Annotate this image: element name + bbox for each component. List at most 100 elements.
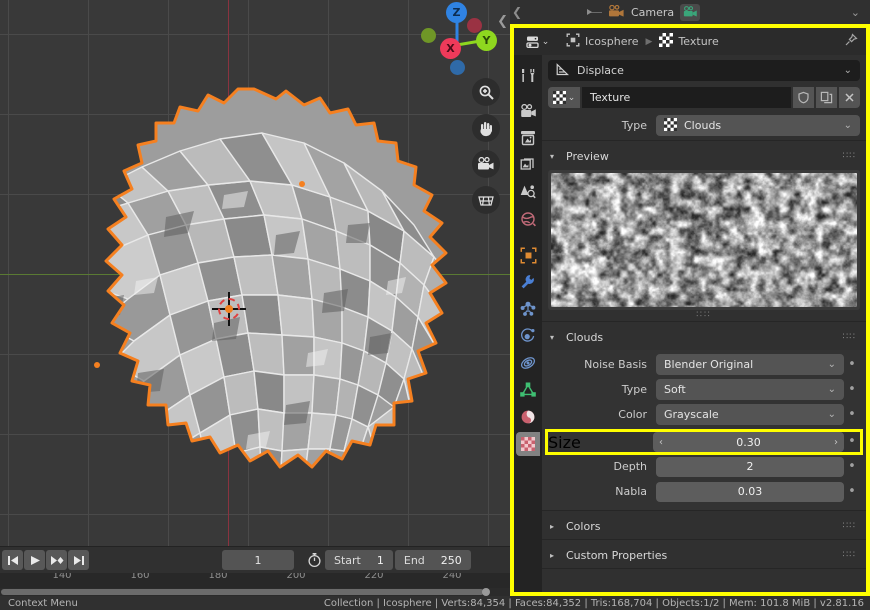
breadcrumb-texture[interactable]: Texture bbox=[659, 32, 719, 51]
panel-custom-properties[interactable]: ▸ Custom Properties ∷∷ bbox=[548, 544, 860, 566]
tab-world[interactable] bbox=[516, 207, 540, 231]
depth-row: Depth 2 • bbox=[548, 456, 860, 477]
properties-editor[interactable]: ⌄ Icosphere ▶ Texture Displace ⌄ ⌄ Textu… bbox=[510, 24, 870, 596]
panel-header-preview[interactable]: ▾ Preview ∷∷ bbox=[548, 145, 860, 167]
sidebar-collapse-icon[interactable]: ❮ bbox=[497, 14, 508, 29]
tab-particles[interactable] bbox=[516, 297, 540, 321]
size-slider[interactable]: ‹ 0.30 › bbox=[653, 432, 844, 452]
icosphere-object[interactable] bbox=[18, 85, 488, 535]
texture-context-select[interactable]: Displace ⌄ bbox=[548, 60, 860, 81]
gizmo-axis-z[interactable]: Z bbox=[446, 2, 467, 23]
nabla-label: Nabla bbox=[615, 485, 647, 498]
gizmo-axis-x[interactable]: X bbox=[440, 38, 461, 59]
x-icon[interactable] bbox=[839, 87, 860, 108]
timeline-editor[interactable]: 1 Start 1 End 250 140 160 180 200 220 24… bbox=[0, 546, 510, 596]
tab-view-layer[interactable] bbox=[516, 153, 540, 177]
increment-arrow-icon[interactable]: › bbox=[828, 437, 844, 448]
tab-data[interactable] bbox=[516, 378, 540, 402]
tab-scene[interactable] bbox=[516, 180, 540, 204]
panel-grip: ∷∷ bbox=[842, 332, 856, 342]
start-value: 1 bbox=[376, 553, 384, 567]
stopwatch-icon[interactable] bbox=[303, 550, 325, 570]
tab-output[interactable] bbox=[516, 126, 540, 150]
tab-texture[interactable] bbox=[516, 432, 540, 456]
breadcrumb-texture-label: Texture bbox=[678, 35, 719, 48]
ruler-tick: 180 bbox=[208, 573, 228, 581]
pin-icon[interactable] bbox=[844, 32, 858, 51]
color-label: Color bbox=[618, 408, 647, 421]
clouds-type-label: Type bbox=[621, 383, 647, 396]
camera-icon[interactable] bbox=[472, 150, 500, 178]
ruler-tick: 240 bbox=[442, 573, 462, 581]
nabla-field[interactable]: 0.03 bbox=[656, 481, 844, 502]
panel-colors[interactable]: ▸ Colors ∷∷ bbox=[548, 515, 860, 537]
type-row: Type Clouds ⌄ bbox=[548, 115, 860, 136]
texture-browse-button[interactable]: ⌄ bbox=[548, 87, 580, 108]
color-select[interactable]: Grayscale ⌄ bbox=[656, 404, 844, 425]
play-button[interactable] bbox=[24, 550, 45, 570]
outliner-strip[interactable]: ❮ Camera ⌄ bbox=[510, 0, 870, 24]
size-label: Size bbox=[548, 432, 581, 452]
outliner-item-label: Camera bbox=[631, 5, 675, 19]
clouds-type-select[interactable]: Soft ⌄ bbox=[656, 379, 844, 400]
start-frame-field[interactable]: Start 1 bbox=[325, 550, 393, 570]
copy-icon[interactable] bbox=[816, 87, 837, 108]
breadcrumb-object[interactable]: Icosphere bbox=[566, 32, 639, 51]
triangle-down-icon: ▾ bbox=[550, 332, 555, 342]
playback-controls bbox=[2, 550, 89, 570]
tab-render[interactable] bbox=[516, 99, 540, 123]
next-keyframe-button[interactable] bbox=[46, 550, 67, 570]
start-label: Start bbox=[334, 553, 361, 567]
tab-physics[interactable] bbox=[516, 324, 540, 348]
outliner-row-camera[interactable]: Camera ⌄ bbox=[587, 3, 870, 22]
jump-end-button[interactable] bbox=[68, 550, 89, 570]
end-frame-field[interactable]: End 250 bbox=[394, 550, 471, 570]
breadcrumb: ⌄ Icosphere ▶ Texture bbox=[514, 28, 866, 55]
shield-icon[interactable] bbox=[793, 87, 814, 108]
vertex-marker bbox=[94, 362, 100, 368]
tab-material[interactable] bbox=[516, 405, 540, 429]
camera-data-icon[interactable] bbox=[680, 3, 701, 21]
panel-grip: ∷∷ bbox=[842, 521, 856, 531]
tree-expand-icon[interactable] bbox=[587, 8, 602, 15]
timeline-ruler[interactable]: 140 160 180 200 220 240 bbox=[0, 573, 510, 589]
ruler-tick: 200 bbox=[286, 573, 306, 581]
tab-tool[interactable] bbox=[516, 63, 540, 87]
timeline-header: 1 Start 1 End 250 bbox=[0, 547, 510, 573]
depth-field[interactable]: 2 bbox=[656, 456, 844, 477]
gizmo-axis-z-neg[interactable] bbox=[450, 60, 465, 75]
depth-label: Depth bbox=[613, 460, 647, 473]
tab-modifiers[interactable] bbox=[516, 270, 540, 294]
zoom-icon[interactable] bbox=[472, 78, 500, 106]
gizmo-axis-y-neg[interactable] bbox=[421, 28, 436, 43]
noise-basis-value: Blender Original bbox=[664, 358, 754, 371]
tab-object[interactable] bbox=[516, 243, 540, 267]
grid-icon[interactable] bbox=[472, 186, 500, 214]
gizmo-axis-y[interactable]: Y bbox=[476, 30, 497, 51]
tab-constraints[interactable] bbox=[516, 351, 540, 375]
texture-preview[interactable] bbox=[548, 170, 860, 310]
hand-icon[interactable] bbox=[472, 114, 500, 142]
texture-type-select[interactable]: Clouds ⌄ bbox=[656, 115, 860, 136]
timeline-scrollbar[interactable] bbox=[0, 588, 510, 596]
texture-preview-canvas bbox=[551, 173, 857, 307]
preview-resize-grip[interactable]: ∷∷ bbox=[548, 310, 860, 321]
clouds-panel-body: Noise Basis Blender Original ⌄ • Type So… bbox=[542, 350, 866, 510]
3d-viewport[interactable]: Z Y X ❮ bbox=[0, 0, 510, 546]
chevron-down-icon[interactable]: ⌄ bbox=[851, 6, 860, 19]
triangle-down-icon: ▾ bbox=[550, 151, 555, 161]
end-value: 250 bbox=[440, 553, 462, 567]
chevron-left-icon[interactable]: ❮ bbox=[510, 5, 524, 19]
decrement-arrow-icon[interactable]: ‹ bbox=[653, 437, 669, 448]
panel-header-clouds[interactable]: ▾ Clouds ∷∷ bbox=[548, 326, 860, 348]
texture-name-field[interactable]: Texture bbox=[582, 87, 791, 108]
properties-editor-icon[interactable]: ⌄ bbox=[522, 31, 552, 52]
current-frame-field[interactable]: 1 bbox=[222, 550, 294, 570]
panel-grip: ∷∷ bbox=[842, 151, 856, 161]
jump-start-button[interactable] bbox=[2, 550, 23, 570]
gizmo-axis-x-neg[interactable] bbox=[467, 18, 482, 33]
panel-grip: ∷∷ bbox=[842, 550, 856, 560]
color-row: Color Grayscale ⌄ • bbox=[548, 404, 860, 425]
noise-basis-select[interactable]: Blender Original ⌄ bbox=[656, 354, 844, 375]
navigation-gizmo[interactable]: Z Y X bbox=[408, 0, 508, 82]
